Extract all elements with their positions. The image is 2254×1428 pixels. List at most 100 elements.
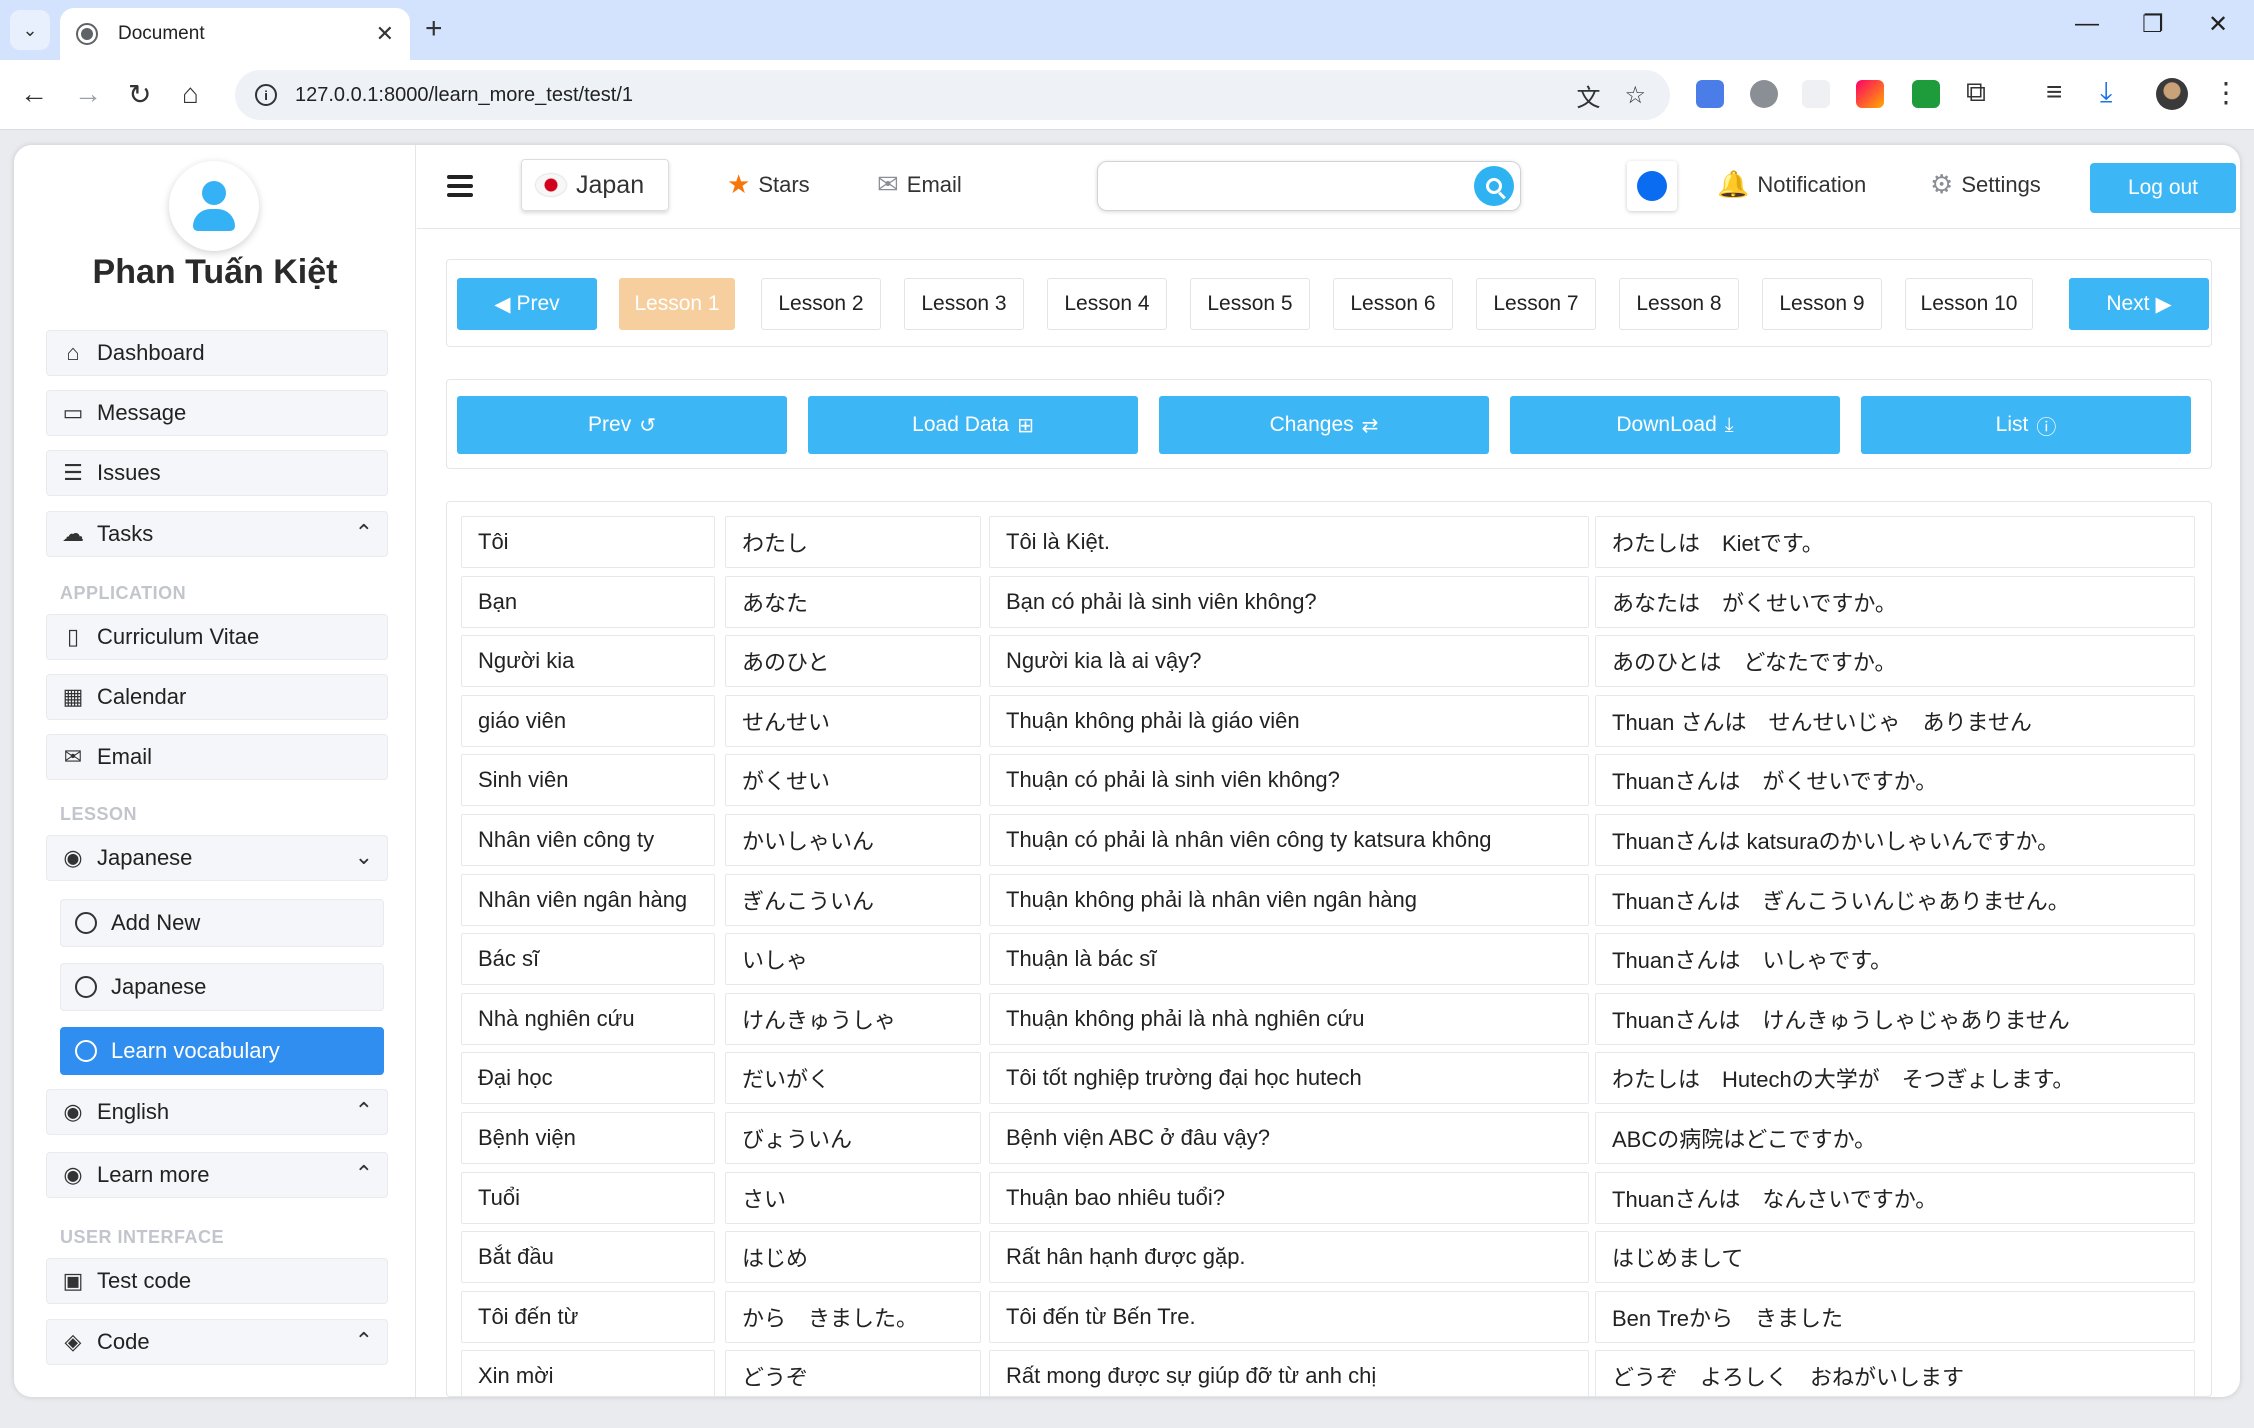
close-window-icon[interactable]: ✕	[2208, 10, 2228, 39]
site-info-icon[interactable]: i	[255, 84, 277, 106]
chevron-down-icon[interactable]: ⌄	[355, 844, 373, 870]
email-link[interactable]: ✉ Email	[877, 169, 962, 200]
next-lesson-button[interactable]: Next ▶	[2069, 278, 2209, 330]
extension-icon[interactable]	[1802, 80, 1830, 108]
sidebar-item-message[interactable]: ▭ Message	[46, 390, 388, 436]
forward-icon[interactable]: →	[74, 78, 102, 110]
chevron-up-icon[interactable]: ⌃	[355, 520, 373, 546]
stack-icon: ☰	[63, 460, 83, 485]
sidebar-item-learn-more[interactable]: ◉ Learn more ⌃	[46, 1152, 388, 1198]
sidebar-item-test-code[interactable]: ▣ Test code	[46, 1258, 388, 1304]
vietnamese-example-cell: Thuận có phải là nhân viên công ty katsu…	[989, 814, 1589, 866]
tab-search-button[interactable]: ⌄	[10, 10, 50, 50]
windows-icon: ⊞	[1017, 414, 1034, 437]
close-tab-icon[interactable]: ✕	[376, 21, 394, 47]
sidebar-item-calendar[interactable]: ▦ Calendar	[46, 674, 388, 720]
restore-icon[interactable]: ❐	[2142, 10, 2164, 39]
vietnamese-example-cell: Thuận bao nhiêu tuổi?	[989, 1171, 1589, 1224]
circle-icon	[75, 976, 97, 998]
reload-icon[interactable]: ↻	[128, 78, 151, 111]
sidebar-subitem-add-new[interactable]: Add New	[60, 899, 384, 947]
briefcase-extension-icon[interactable]	[1912, 80, 1940, 108]
lesson-tab-4[interactable]: Lesson 4	[1047, 278, 1167, 330]
list-button[interactable]: List ⓘ	[1861, 396, 2191, 454]
menu-dots-icon[interactable]: ⋮	[2212, 76, 2240, 109]
media-control-icon[interactable]: ≡	[2046, 76, 2062, 108]
search-button[interactable]	[1474, 166, 1514, 206]
settings-link[interactable]: ⚙ Settings	[1930, 169, 2041, 200]
user-icon-body	[193, 209, 235, 231]
sidebar-item-tasks[interactable]: ☁ Tasks ⌃	[46, 511, 388, 557]
sidebar-subitem-learn-vocabulary[interactable]: Learn vocabulary	[60, 1027, 384, 1075]
circle-icon	[75, 1040, 97, 1062]
record-extension-icon[interactable]	[1750, 80, 1778, 108]
lesson-tab-5[interactable]: Lesson 5	[1190, 278, 1310, 330]
japanese-word-cell: あなた	[725, 575, 981, 628]
url-text[interactable]: 127.0.0.1:8000/learn_more_test/test/1	[295, 84, 1576, 107]
bookmark-star-icon[interactable]: ☆	[1624, 81, 1646, 110]
sidebar-item-code[interactable]: ◈ Code ⌃	[46, 1319, 388, 1365]
new-tab-icon[interactable]: +	[425, 12, 443, 46]
lesson-tab-1[interactable]: Lesson 1	[619, 278, 735, 330]
minimize-icon[interactable]: —	[2075, 10, 2099, 38]
lesson-tab-8[interactable]: Lesson 8	[1619, 278, 1739, 330]
download-button[interactable]: DownLoad ⤓	[1510, 396, 1840, 454]
puzzle-icon[interactable]: ⧉	[1966, 76, 1986, 109]
sidebar-item-issues[interactable]: ☰ Issues	[46, 450, 388, 496]
lesson-tab-10[interactable]: Lesson 10	[1905, 278, 2033, 330]
address-bar[interactable]: i 127.0.0.1:8000/learn_more_test/test/1 …	[235, 70, 1670, 120]
browser-tab[interactable]: Document ✕	[60, 8, 410, 60]
sidebar-item-label: Issues	[97, 460, 161, 485]
action-label: Changes	[1269, 413, 1354, 436]
chevron-up-icon[interactable]: ⌃	[355, 1161, 373, 1187]
translate-extension-icon[interactable]	[1696, 80, 1724, 108]
sidebar-item-email[interactable]: ✉ Email	[46, 734, 388, 780]
sidebar-item-japanese[interactable]: ◉ Japanese ⌄	[46, 835, 388, 881]
japanese-example-cell: はじめまして	[1595, 1231, 2195, 1284]
search-icon	[1486, 178, 1502, 194]
japanese-example-cell: わたしは Kietです。	[1595, 516, 2195, 568]
download-icon[interactable]: ⤓	[2100, 76, 2112, 109]
back-icon[interactable]: ←	[20, 78, 48, 110]
language-selector[interactable]: Japan	[521, 159, 669, 211]
notification-link[interactable]: 🔔 Notification	[1717, 169, 1866, 200]
lesson-tab-2[interactable]: Lesson 2	[761, 278, 881, 330]
translate-icon[interactable]: 文	[1576, 78, 1600, 113]
profile-avatar[interactable]	[2156, 78, 2188, 110]
user-name: Phan Tuấn Kiệt	[92, 253, 338, 291]
chevron-up-icon[interactable]: ⌃	[355, 1098, 373, 1124]
sidebar-item-english[interactable]: ◉ English ⌃	[46, 1089, 388, 1135]
japanese-example-cell: Thuanさんは katsuraのかいしゃいんですか。	[1595, 814, 2195, 866]
sidebar-item-label: Message	[97, 400, 187, 425]
logout-button[interactable]: Log out	[2090, 163, 2236, 213]
sidebar-subitem-label: Learn vocabulary	[111, 1038, 280, 1063]
chat-icon: ▭	[62, 400, 84, 425]
japanese-example-cell: あなたは がくせいですか。	[1595, 575, 2195, 628]
hamburger-menu-icon[interactable]	[447, 175, 473, 197]
sidebar-item-curriculum-vitae[interactable]: ▯ Curriculum Vitae	[46, 614, 388, 660]
color-picker-button[interactable]	[1627, 161, 1677, 211]
load-data-button[interactable]: Load Data ⊞	[808, 396, 1138, 454]
vietnamese-word-cell: Nhân viên công ty	[461, 814, 715, 866]
color-extension-icon[interactable]	[1856, 80, 1884, 108]
japanese-word-cell: はじめ	[725, 1231, 981, 1284]
changes-button[interactable]: Changes ⇄	[1159, 396, 1489, 454]
japanese-word-cell: さい	[725, 1171, 981, 1224]
lesson-tab-9[interactable]: Lesson 9	[1762, 278, 1882, 330]
prev-lesson-button[interactable]: ◀ Prev	[457, 278, 597, 330]
lesson-tab-6[interactable]: Lesson 6	[1333, 278, 1453, 330]
stars-link[interactable]: ★ Stars	[727, 169, 810, 200]
home-icon[interactable]: ⌂	[182, 78, 199, 110]
lesson-tab-3[interactable]: Lesson 3	[904, 278, 1024, 330]
japanese-example-cell: どうぞ よろしく おねがいします	[1595, 1350, 2195, 1396]
chevron-up-icon[interactable]: ⌃	[355, 1328, 373, 1354]
sidebar-item-dashboard[interactable]: ⌂ Dashboard	[46, 330, 388, 376]
arrow-left-circle-icon: ◀	[494, 292, 511, 316]
section-lesson: LESSON	[60, 804, 138, 824]
sidebar-subitem-japanese[interactable]: Japanese	[60, 963, 384, 1011]
user-avatar[interactable]	[169, 161, 259, 251]
search-input[interactable]	[1098, 162, 1458, 210]
prev-action-button[interactable]: Prev ↺	[457, 396, 787, 454]
vietnamese-example-cell: Tôi đến từ Bến Tre.	[989, 1290, 1589, 1343]
lesson-tab-7[interactable]: Lesson 7	[1476, 278, 1596, 330]
